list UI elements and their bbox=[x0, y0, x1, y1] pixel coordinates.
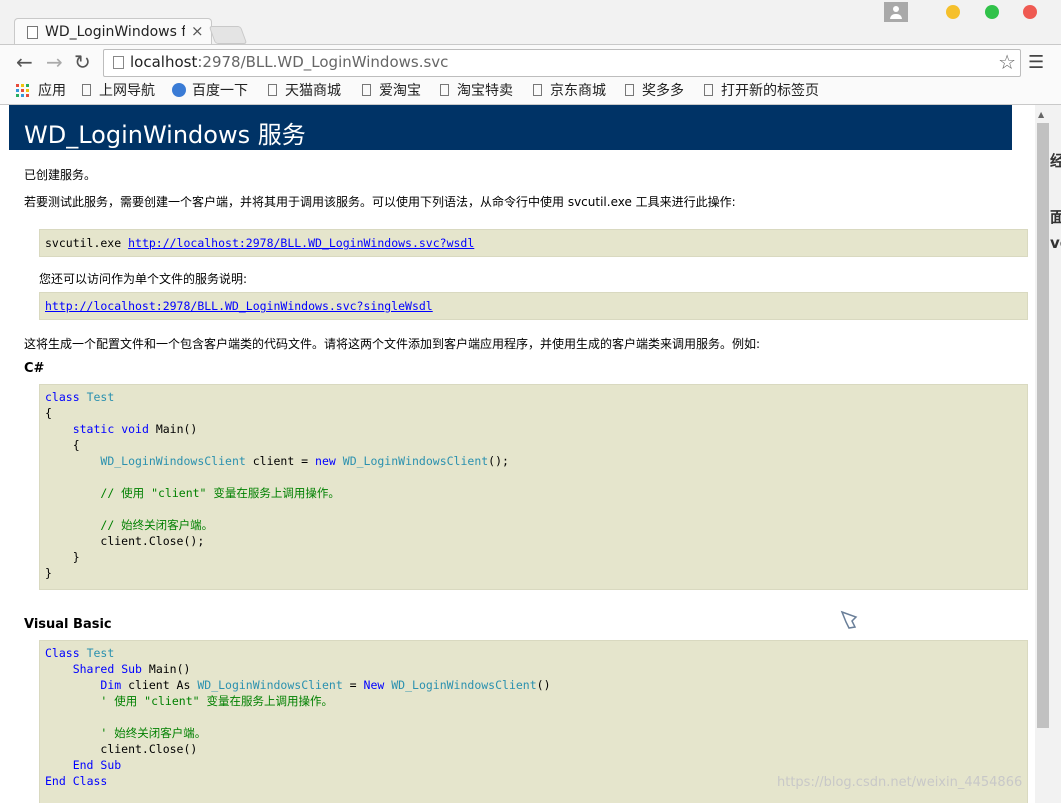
bookmark-item[interactable]: 京东商城 bbox=[533, 80, 606, 100]
bookmark-item[interactable]: 上网导航 bbox=[82, 80, 155, 100]
apps-grid-icon[interactable] bbox=[16, 84, 30, 98]
single-wsdl-code-block: http://localhost:2978/BLL.WD_LoginWindow… bbox=[39, 292, 1028, 320]
tab-close-icon[interactable]: × bbox=[191, 22, 204, 40]
vb-heading: Visual Basic bbox=[24, 617, 112, 632]
page-header: WD_LoginWindows 服务 bbox=[9, 105, 1012, 150]
page-icon bbox=[82, 84, 91, 96]
csharp-code-block: class Test { static void Main() { WD_Log… bbox=[39, 384, 1028, 590]
browser-titlebar: WD_LoginWindows f × bbox=[0, 0, 1061, 45]
generate-note: 这将生成一个配置文件和一个包含客户端类的代码文件。请将这两个文件添加到客户端应用… bbox=[24, 337, 761, 351]
tab-title: WD_LoginWindows f bbox=[45, 24, 185, 40]
browser-toolbar: ← → ↻ localhost:2978/BLL.WD_LoginWindows… bbox=[0, 44, 1061, 79]
close-window-button[interactable] bbox=[1023, 5, 1037, 19]
address-url[interactable]: localhost:2978/BLL.WD_LoginWindows.svc bbox=[130, 53, 448, 71]
page-icon bbox=[704, 84, 713, 96]
page-icon bbox=[440, 84, 449, 96]
page-content: WD_LoginWindows 服务 已创建服务。 若要测试此服务，需要创建一个… bbox=[0, 105, 1035, 803]
maximize-button[interactable] bbox=[985, 5, 999, 19]
forward-arrow-icon[interactable]: → bbox=[46, 50, 63, 74]
bookmark-item[interactable]: 奖多多 bbox=[625, 80, 684, 100]
bookmark-item[interactable]: 爱淘宝 bbox=[362, 80, 421, 100]
bookmark-item[interactable]: 打开新的标签页 bbox=[704, 80, 819, 100]
browser-tab[interactable]: WD_LoginWindows f × bbox=[14, 18, 212, 45]
baidu-paw-icon bbox=[172, 83, 186, 97]
page-title: WD_LoginWindows 服务 bbox=[24, 121, 306, 149]
bookmark-item[interactable]: 天猫商城 bbox=[268, 80, 341, 100]
background-window-text: 面 bbox=[1050, 208, 1061, 226]
bookmark-item[interactable]: 百度一下 bbox=[172, 80, 248, 100]
page-icon bbox=[27, 26, 38, 39]
page-icon bbox=[625, 84, 634, 96]
bookmark-item[interactable]: 淘宝特卖 bbox=[440, 80, 513, 100]
page-icon bbox=[268, 84, 277, 96]
page-icon bbox=[362, 84, 371, 96]
back-arrow-icon[interactable]: ← bbox=[16, 50, 33, 74]
reload-icon[interactable]: ↻ bbox=[74, 50, 91, 74]
address-bar[interactable]: localhost:2978/BLL.WD_LoginWindows.svc ☆ bbox=[103, 49, 1021, 77]
cursor-badge-icon bbox=[840, 610, 858, 629]
page-icon bbox=[533, 84, 542, 96]
scrollbar-thumb[interactable] bbox=[1037, 123, 1049, 728]
menu-icon[interactable]: ☰ bbox=[1028, 52, 1044, 73]
intro-text: 若要测试此服务，需要创建一个客户端，并将其用于调用该服务。可以使用下列语法，从命… bbox=[24, 195, 736, 209]
user-profile-icon[interactable] bbox=[884, 2, 908, 22]
wsdl-link[interactable]: http://localhost:2978/BLL.WD_LoginWindow… bbox=[128, 236, 474, 250]
minimize-button[interactable] bbox=[946, 5, 960, 19]
csharp-heading: C# bbox=[24, 361, 45, 376]
bookmark-star-icon[interactable]: ☆ bbox=[998, 50, 1016, 74]
watermark-text: https://blog.csdn.net/weixin_4454866 bbox=[777, 775, 1023, 790]
page-icon bbox=[113, 56, 124, 69]
bookmark-apps[interactable]: 应用 bbox=[38, 80, 66, 100]
new-tab-button[interactable] bbox=[208, 26, 248, 44]
single-wsdl-link[interactable]: http://localhost:2978/BLL.WD_LoginWindow… bbox=[45, 299, 433, 313]
single-file-note: 您还可以访问作为单个文件的服务说明: bbox=[39, 272, 248, 286]
background-window-text: ve bbox=[1050, 234, 1061, 252]
svcutil-code-block: svcutil.exe http://localhost:2978/BLL.WD… bbox=[39, 229, 1028, 257]
created-text: 已创建服务。 bbox=[24, 168, 97, 182]
scroll-up-icon[interactable]: ▲ bbox=[1038, 110, 1044, 119]
background-window-text: 经 bbox=[1050, 152, 1061, 170]
bookmarks-bar: 应用 上网导航 百度一下 天猫商城 爱淘宝 淘宝特卖 京东商城 奖多多 打开新的… bbox=[0, 78, 1061, 105]
